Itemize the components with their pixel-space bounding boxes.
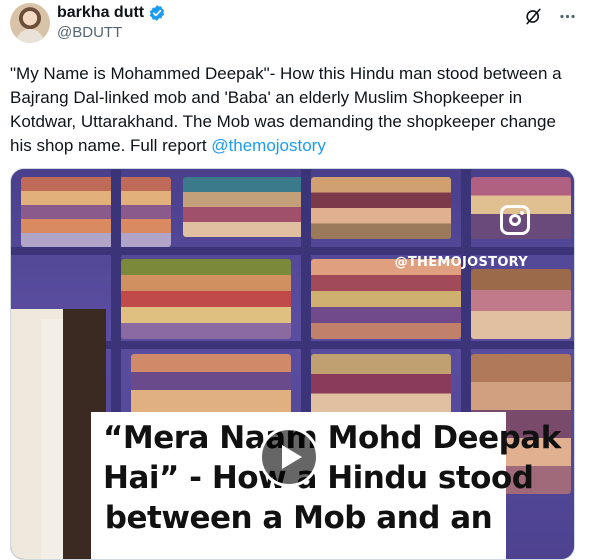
cloth-strip (41, 319, 63, 559)
more-icon[interactable] (557, 6, 577, 26)
author-display-name[interactable]: barkha dutt (57, 4, 144, 22)
mention-link[interactable]: @themojostory (211, 136, 326, 155)
grok-icon[interactable] (523, 6, 543, 26)
shelf-divider (11, 247, 574, 255)
verified-badge-icon (148, 4, 166, 22)
author-name-row: barkha dutt (57, 4, 166, 22)
tweet-text: "My Name is Mohammed Deepak"- How this H… (10, 62, 580, 158)
tweet: barkha dutt @BDUTT "My Name is Mohammed … (0, 0, 591, 560)
play-icon (281, 445, 302, 469)
video-watermark: @THEMOJOSTORY (394, 255, 528, 270)
caption-line-3: between a Mob and an (104, 500, 493, 536)
avatar[interactable] (10, 3, 50, 43)
video-media[interactable]: @THEMOJOSTORY “Mera Naam Mohd Deepak Hai… (10, 168, 575, 560)
instagram-icon (500, 205, 530, 235)
play-button[interactable] (259, 427, 319, 487)
avatar-figure (16, 29, 44, 43)
tweet-actions (523, 6, 577, 26)
author-handle[interactable]: @BDUTT (57, 24, 122, 41)
